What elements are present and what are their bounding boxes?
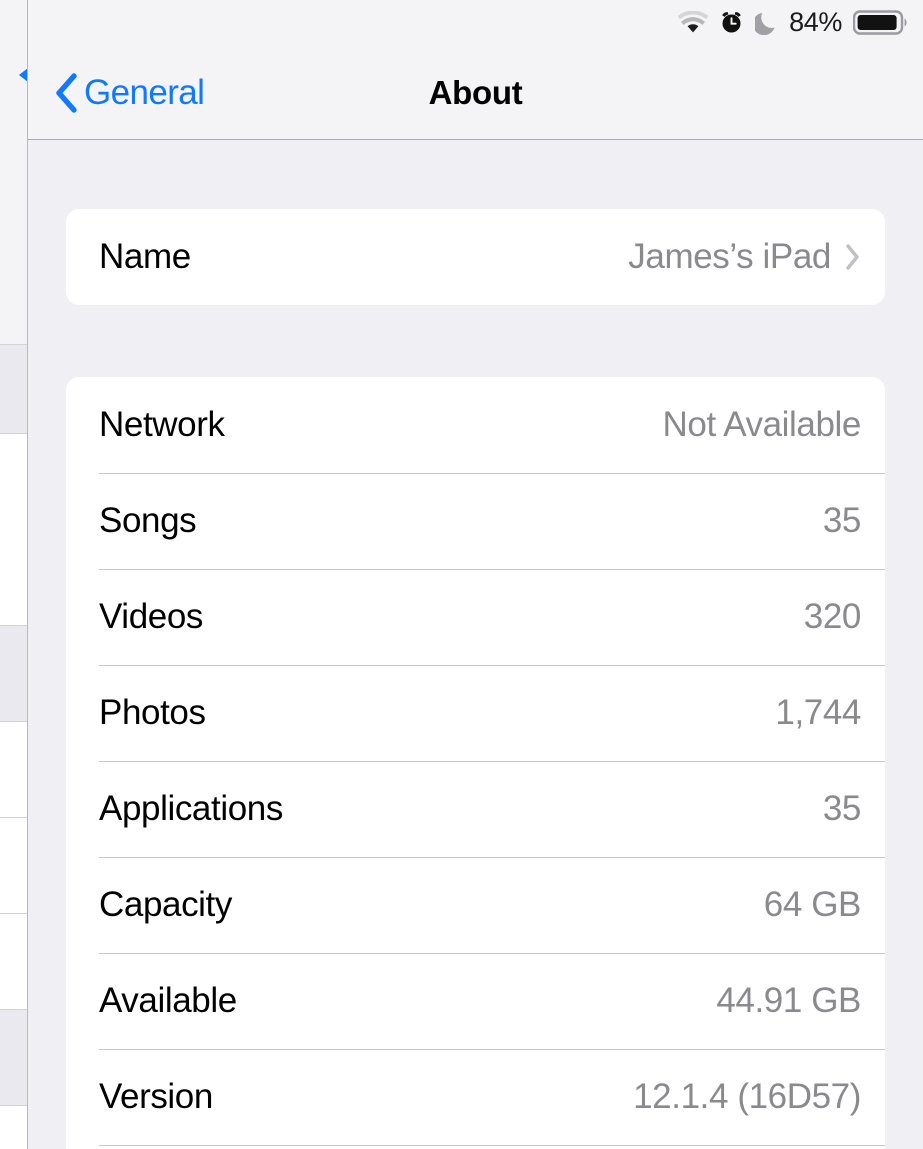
settings-sidebar-strip[interactable] — [0, 0, 28, 1149]
wifi-icon — [678, 11, 708, 34]
battery-percent-label: 84% — [789, 7, 842, 38]
about-screen: 84% General — [0, 0, 923, 1149]
row-label: Photos — [99, 693, 206, 733]
row-songs: Songs 35 — [66, 473, 885, 569]
row-label: Songs — [99, 501, 196, 541]
sidebar-item[interactable] — [0, 140, 27, 345]
alarm-clock-icon — [719, 10, 744, 35]
row-label: Version — [99, 1077, 213, 1117]
row-name[interactable]: Name James’s iPad — [66, 209, 885, 305]
top-bar: 84% General — [28, 0, 923, 140]
row-value: 35 — [823, 789, 861, 829]
row-version: Version 12.1.4 (16D57) — [66, 1049, 885, 1145]
row-available: Available 44.91 GB — [66, 953, 885, 1049]
row-label: Videos — [99, 597, 203, 637]
sidebar-item[interactable] — [0, 1106, 27, 1149]
sidebar-item[interactable] — [0, 626, 27, 722]
row-label: Available — [99, 981, 237, 1021]
device-name-group: Name James’s iPad — [66, 209, 885, 305]
sidebar-item[interactable] — [0, 722, 27, 818]
sidebar-item[interactable] — [0, 1010, 27, 1106]
row-network: Network Not Available — [66, 377, 885, 473]
page-title: About — [28, 74, 923, 112]
row-label: Network — [99, 405, 225, 445]
row-value: Not Available — [663, 405, 861, 445]
row-value: James’s iPad — [628, 237, 831, 277]
row-label: Capacity — [99, 885, 232, 925]
row-photos: Photos 1,744 — [66, 665, 885, 761]
row-partial-below-fold — [66, 1145, 885, 1149]
sidebar-item[interactable] — [0, 345, 27, 434]
do-not-disturb-moon-icon — [755, 10, 778, 35]
row-value: 44.91 GB — [716, 981, 861, 1021]
device-info-group: Network Not Available Songs 35 Videos 32… — [66, 377, 885, 1149]
row-value: 320 — [804, 597, 861, 637]
navigation-bar: General About — [28, 45, 923, 140]
row-applications: Applications 35 — [66, 761, 885, 857]
chevron-right-icon — [845, 243, 861, 271]
row-value-container: James’s iPad — [628, 237, 861, 277]
sidebar-item[interactable] — [0, 914, 27, 1010]
sidebar-item[interactable] — [0, 434, 27, 626]
sidebar-back-chevron-icon — [19, 68, 28, 82]
row-value: 64 GB — [764, 885, 861, 925]
battery-icon — [853, 9, 909, 36]
detail-pane: 84% General — [28, 0, 923, 1149]
row-value: 35 — [823, 501, 861, 541]
row-videos: Videos 320 — [66, 569, 885, 665]
status-bar: 84% — [678, 0, 923, 45]
row-value: 1,744 — [775, 693, 861, 733]
row-label: Name — [99, 237, 191, 277]
row-label: Applications — [99, 789, 283, 829]
sidebar-item[interactable] — [0, 818, 27, 914]
row-value: 12.1.4 (16D57) — [633, 1077, 861, 1117]
row-capacity: Capacity 64 GB — [66, 857, 885, 953]
settings-content: Name James’s iPad Network Not Av — [28, 140, 923, 1149]
